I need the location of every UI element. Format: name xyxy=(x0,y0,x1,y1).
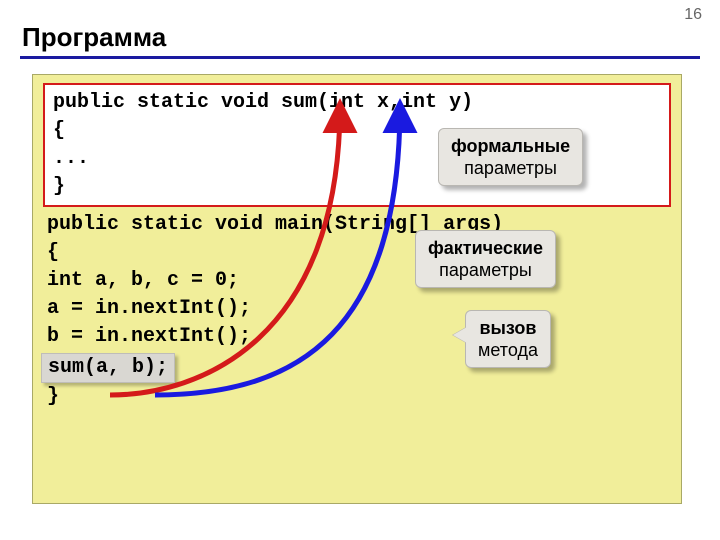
call-highlight: sum(a, b); xyxy=(41,353,175,383)
callout-label-bold: фактические xyxy=(428,238,543,258)
title-divider xyxy=(20,56,700,59)
callout-label-bold: формальные xyxy=(451,136,570,156)
callout-label-plain: параметры xyxy=(439,260,532,280)
callout-label-plain: метода xyxy=(478,340,538,360)
code-line: a = in.nextInt(); xyxy=(47,295,667,323)
code-line: sum(a, b); xyxy=(48,356,168,379)
callout-method-call: вызов метода xyxy=(465,310,551,368)
code-block: public static void sum(int x,int y) { ..… xyxy=(32,74,682,504)
code-line: public static void sum(int x,int y) xyxy=(53,89,661,117)
page-number: 16 xyxy=(684,6,702,24)
callout-formal-params: формальные параметры xyxy=(438,128,583,186)
code-line: int a, b, c = 0; xyxy=(47,267,667,295)
callout-actual-params: фактические параметры xyxy=(415,230,556,288)
callout-label-bold: вызов xyxy=(479,318,536,338)
slide-title: Программа xyxy=(22,22,166,53)
callout-label-plain: параметры xyxy=(464,158,557,178)
code-line: { xyxy=(47,239,667,267)
code-line: } xyxy=(47,383,667,411)
callout-tail-icon xyxy=(453,327,467,343)
code-line: public static void main(String[] args) xyxy=(47,211,667,239)
code-line: b = in.nextInt(); xyxy=(47,323,667,351)
